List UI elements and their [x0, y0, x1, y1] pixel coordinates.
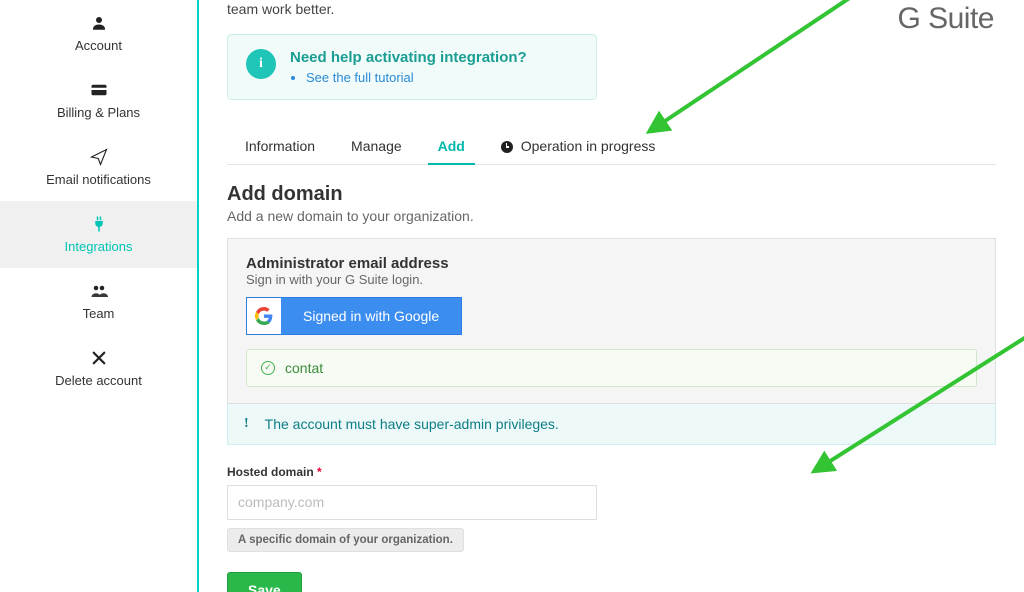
- tab-information[interactable]: Information: [227, 128, 333, 164]
- tabs: Information Manage Add Operation in prog…: [227, 128, 996, 165]
- help-callout: i Need help activating integration? See …: [227, 34, 597, 100]
- admin-email-title: Administrator email address: [246, 255, 977, 272]
- google-button-label: Signed in with Google: [281, 308, 461, 324]
- sidebar-item-label: Integrations: [65, 239, 133, 254]
- sidebar-item-email-notifications[interactable]: Email notifications: [0, 134, 197, 201]
- sidebar-item-label: Delete account: [55, 373, 142, 388]
- tab-manage[interactable]: Manage: [333, 128, 420, 164]
- sidebar-item-account[interactable]: Account: [0, 0, 197, 67]
- admin-email-subtitle: Sign in with your G Suite login.: [246, 272, 977, 287]
- close-icon: [88, 349, 110, 367]
- main-content: G Suite team work better. i Need help ac…: [199, 0, 1024, 592]
- signed-in-status: ✓ contat: [246, 349, 977, 387]
- sidebar-item-label: Account: [75, 38, 122, 53]
- tab-add[interactable]: Add: [420, 128, 483, 164]
- integration-description: team work better.: [227, 0, 996, 20]
- page-title: Add domain: [227, 183, 996, 206]
- info-icon: i: [246, 49, 276, 79]
- sidebar-item-team[interactable]: Team: [0, 268, 197, 335]
- exclamation-icon: !: [244, 416, 249, 432]
- warning-text: The account must have super-admin privil…: [265, 416, 559, 432]
- signed-in-email: contat: [285, 360, 323, 376]
- sidebar-item-integrations[interactable]: Integrations: [0, 201, 197, 268]
- super-admin-warning: ! The account must have super-admin priv…: [227, 404, 996, 445]
- paper-plane-icon: [88, 148, 110, 166]
- help-title: Need help activating integration?: [290, 49, 527, 66]
- hosted-domain-input[interactable]: [227, 485, 597, 520]
- sidebar: Account Billing & Plans Email notificati…: [0, 0, 197, 592]
- users-icon: [88, 282, 110, 300]
- google-signin-button[interactable]: Signed in with Google: [246, 297, 462, 335]
- save-button[interactable]: Save: [227, 572, 302, 592]
- google-logo-icon: [247, 298, 281, 334]
- sidebar-item-label: Billing & Plans: [57, 105, 140, 120]
- sidebar-item-billing[interactable]: Billing & Plans: [0, 67, 197, 134]
- help-tutorial-link[interactable]: See the full tutorial: [306, 70, 527, 85]
- annotation-arrow-1: [644, 0, 904, 135]
- gsuite-logo: G Suite: [897, 2, 994, 36]
- admin-panel: Administrator email address Sign in with…: [227, 238, 996, 404]
- tab-operation-in-progress[interactable]: Operation in progress: [483, 128, 674, 164]
- page-subtitle: Add a new domain to your organization.: [227, 208, 996, 224]
- check-circle-icon: ✓: [261, 361, 275, 375]
- sidebar-item-delete-account[interactable]: Delete account: [0, 335, 197, 402]
- clock-icon: [501, 141, 513, 153]
- hosted-domain-hint: A specific domain of your organization.: [227, 528, 464, 552]
- sidebar-item-label: Email notifications: [46, 172, 151, 187]
- sidebar-item-label: Team: [83, 306, 115, 321]
- user-icon: [88, 14, 110, 32]
- plug-icon: [88, 215, 110, 233]
- hosted-domain-label: Hosted domain *: [227, 465, 996, 479]
- credit-card-icon: [88, 81, 110, 99]
